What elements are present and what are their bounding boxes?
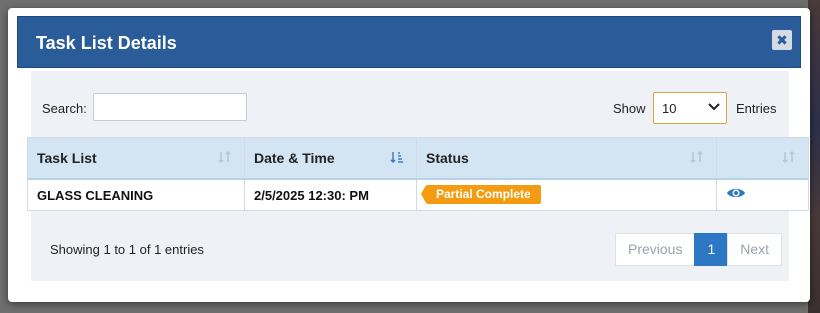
search-label: Search:	[42, 101, 87, 116]
cell-status: Partial Complete	[417, 180, 717, 210]
header-date-time[interactable]: Date & Time	[245, 138, 417, 178]
task-table: Task List Date & Time Status GLASS CLEAN…	[27, 137, 809, 211]
entries-summary: Showing 1 to 1 of 1 entries	[50, 242, 204, 257]
page-1-button[interactable]: 1	[694, 233, 729, 266]
header-date-time-label: Date & Time	[254, 150, 335, 166]
table-header: Task List Date & Time Status	[28, 138, 808, 180]
header-task-list-label: Task List	[37, 150, 97, 166]
modal-header: Task List Details ✖	[17, 16, 801, 68]
task-list-modal: Task List Details ✖ Search: Show 10 Entr…	[8, 8, 810, 302]
previous-button[interactable]: Previous	[615, 233, 696, 266]
entries-label: Entries	[736, 101, 777, 116]
cell-task-list: GLASS CLEANING	[28, 180, 245, 210]
modal-title: Task List Details	[36, 33, 177, 53]
cell-actions	[717, 180, 808, 210]
header-task-list[interactable]: Task List	[28, 138, 245, 178]
eye-icon[interactable]	[726, 186, 746, 205]
task-list-value: GLASS CLEANING	[37, 188, 154, 203]
header-status-label: Status	[426, 150, 469, 166]
cell-date-time: 2/5/2025 12:30: PM	[245, 180, 417, 210]
header-status[interactable]: Status	[417, 138, 717, 178]
header-actions[interactable]	[717, 138, 808, 178]
date-time-value: 2/5/2025 12:30: PM	[254, 188, 369, 203]
sort-icon	[218, 150, 232, 167]
chevron-down-icon	[708, 101, 720, 115]
close-button[interactable]: ✖	[772, 30, 792, 50]
close-icon: ✖	[776, 32, 788, 48]
show-label: Show	[613, 101, 646, 116]
entries-select-value: 10	[662, 101, 677, 116]
entries-select[interactable]: 10	[653, 92, 727, 124]
table-row: GLASS CLEANING 2/5/2025 12:30: PM Partia…	[28, 180, 808, 210]
sort-icon	[690, 150, 704, 167]
next-button[interactable]: Next	[727, 233, 783, 266]
search-input[interactable]	[93, 93, 247, 121]
status-badge: Partial Complete	[421, 185, 541, 204]
sort-down-icon	[390, 150, 404, 167]
pagination: Previous 1 Next	[615, 233, 783, 266]
sort-icon	[782, 150, 796, 167]
